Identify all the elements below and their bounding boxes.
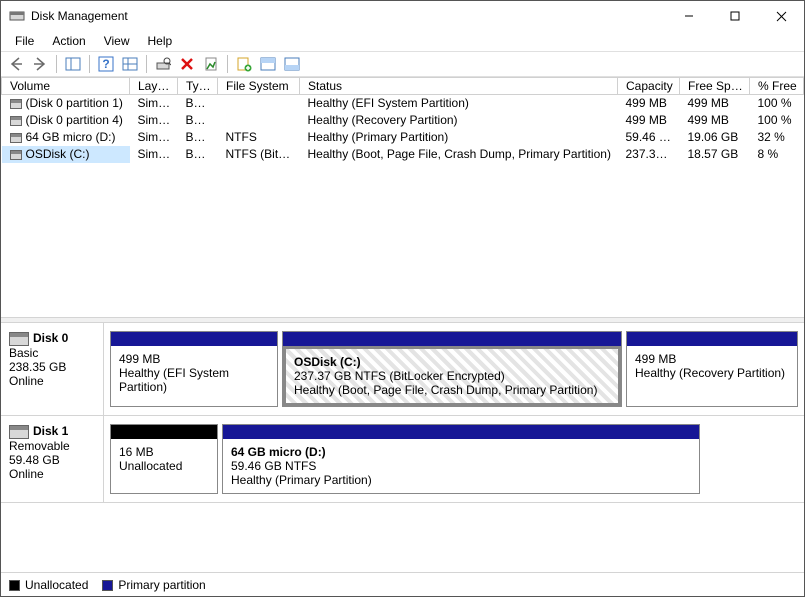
col-volume[interactable]: Volume <box>2 78 130 95</box>
disk-icon <box>9 425 29 439</box>
disk-row: Disk 0Basic238.35 GBOnline499 MBHealthy … <box>1 323 804 416</box>
table-row[interactable]: (Disk 0 partition 1)SimpleBasicHealthy (… <box>2 95 804 112</box>
menu-action[interactable]: Action <box>44 32 93 50</box>
volume-list[interactable]: Volume Layout Type File System Status Ca… <box>1 77 804 317</box>
partition[interactable]: 499 MBHealthy (EFI System Partition) <box>110 331 278 407</box>
col-capacity[interactable]: Capacity <box>618 78 680 95</box>
bottom-layout-button[interactable] <box>281 53 303 75</box>
partition[interactable]: 16 MBUnallocated <box>110 424 218 494</box>
col-status[interactable]: Status <box>300 78 618 95</box>
close-button[interactable] <box>758 1 804 31</box>
show-hide-console-tree-button[interactable] <box>62 53 84 75</box>
disk-row: Disk 1Removable59.48 GBOnline16 MBUnallo… <box>1 416 804 503</box>
menu-help[interactable]: Help <box>140 32 181 50</box>
forward-button[interactable] <box>29 53 51 75</box>
partition[interactable]: OSDisk (C:)237.37 GB NTFS (BitLocker Enc… <box>282 331 622 407</box>
col-pct[interactable]: % Free <box>750 78 804 95</box>
attach-vhd-button[interactable] <box>233 53 255 75</box>
col-free[interactable]: Free Space <box>680 78 750 95</box>
menu-view[interactable]: View <box>96 32 138 50</box>
delete-button[interactable] <box>176 53 198 75</box>
top-layout-button[interactable] <box>257 53 279 75</box>
legend-primary: Primary partition <box>102 578 205 592</box>
back-button[interactable] <box>5 53 27 75</box>
svg-text:?: ? <box>102 57 109 71</box>
volume-icon <box>10 150 22 160</box>
app-icon <box>9 8 25 24</box>
partition[interactable]: 499 MBHealthy (Recovery Partition) <box>626 331 798 407</box>
refresh-button[interactable] <box>119 53 141 75</box>
legend-unallocated: Unallocated <box>9 578 88 592</box>
table-row[interactable]: (Disk 0 partition 4)SimpleBasicHealthy (… <box>2 112 804 129</box>
legend: Unallocated Primary partition <box>1 572 804 596</box>
disk-icon <box>9 332 29 346</box>
menu-file[interactable]: File <box>7 32 42 50</box>
col-layout[interactable]: Layout <box>130 78 178 95</box>
volume-icon <box>10 116 22 126</box>
toolbar: ? <box>1 51 804 77</box>
rescan-disks-button[interactable] <box>152 53 174 75</box>
disk-header[interactable]: Disk 1Removable59.48 GBOnline <box>1 416 104 502</box>
table-row[interactable]: OSDisk (C:)SimpleBasicNTFS (BitLo...Heal… <box>2 146 804 163</box>
minimize-button[interactable] <box>666 1 712 31</box>
properties-button[interactable] <box>200 53 222 75</box>
maximize-button[interactable] <box>712 1 758 31</box>
disk-header[interactable]: Disk 0Basic238.35 GBOnline <box>1 323 104 415</box>
disk-graphical-view[interactable]: Disk 0Basic238.35 GBOnline499 MBHealthy … <box>1 323 804 572</box>
partition[interactable]: 64 GB micro (D:)59.46 GB NTFSHealthy (Pr… <box>222 424 700 494</box>
table-row[interactable]: 64 GB micro (D:)SimpleBasicNTFSHealthy (… <box>2 129 804 146</box>
window-title: Disk Management <box>31 9 128 23</box>
volume-icon <box>10 99 22 109</box>
menubar: File Action View Help <box>1 31 804 51</box>
volume-icon <box>10 133 22 143</box>
col-type[interactable]: Type <box>178 78 218 95</box>
help-button[interactable]: ? <box>95 53 117 75</box>
col-fs[interactable]: File System <box>218 78 300 95</box>
titlebar: Disk Management <box>1 1 804 31</box>
